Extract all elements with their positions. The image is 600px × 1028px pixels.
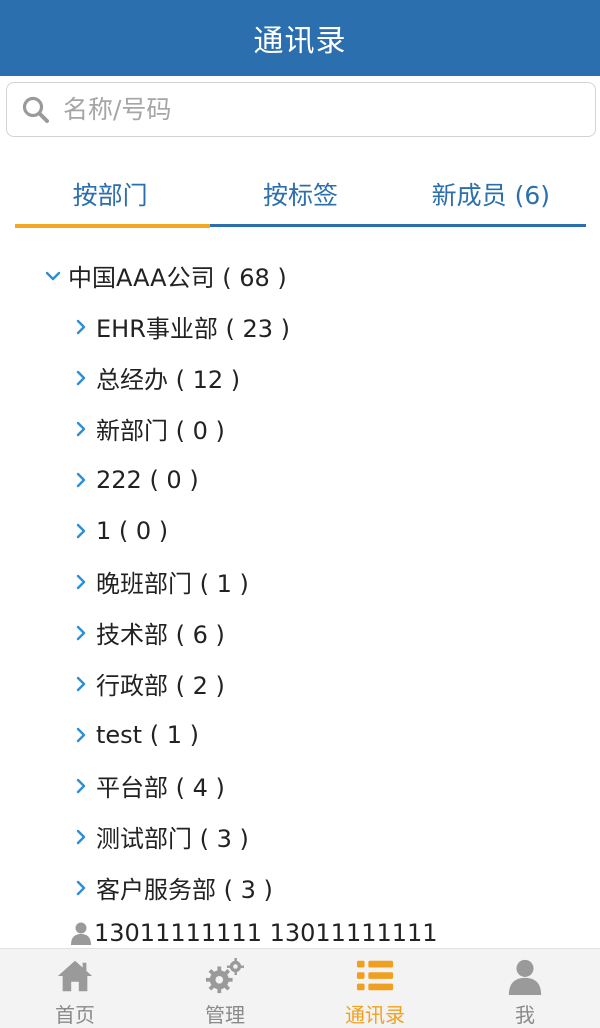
tree-item[interactable]: test ( 1 ) xyxy=(0,709,600,760)
tree-item-label: 行政部 ( 2 ) xyxy=(96,672,225,700)
tree-item[interactable]: 总经办 ( 12 ) xyxy=(0,352,600,403)
tree-item[interactable]: 晚班部门 ( 1 ) xyxy=(0,556,600,607)
tree-item[interactable]: 新部门 ( 0 ) xyxy=(0,403,600,454)
tree-item-label: 平台部 ( 4 ) xyxy=(96,774,225,802)
contacts-screen: 通讯录 按部门 按标签 新成员 (6) 中国AAA公司 ( 68 ) EHR事业… xyxy=(0,0,600,1028)
tree-item-label: 客户服务部 ( 3 ) xyxy=(96,876,273,904)
chevron-right-icon xyxy=(76,319,86,334)
chevron-down-icon xyxy=(45,271,61,280)
chevron-right-icon xyxy=(76,727,86,742)
nav-home-label: 首页 xyxy=(55,1003,95,1027)
tab-new-members[interactable]: 新成员 (6) xyxy=(396,160,586,228)
chevron-right-icon xyxy=(76,880,86,895)
app-header: 通讯录 xyxy=(0,0,600,76)
chevron-right-icon xyxy=(76,574,86,589)
bottom-nav: 首页 管理 通讯录 我 xyxy=(0,948,600,1028)
nav-contacts-label: 通讯录 xyxy=(345,1003,405,1027)
chevron-right-icon xyxy=(76,472,86,487)
tree-item[interactable]: 技术部 ( 6 ) xyxy=(0,607,600,658)
nav-manage[interactable]: 管理 xyxy=(150,949,300,1028)
search-bar[interactable] xyxy=(6,82,596,137)
tree-item[interactable]: EHR事业部 ( 23 ) xyxy=(0,301,600,352)
search-icon xyxy=(22,96,49,123)
nav-contacts[interactable]: 通讯录 xyxy=(300,949,450,1028)
nav-home[interactable]: 首页 xyxy=(0,949,150,1028)
tree-item[interactable]: 平台部 ( 4 ) xyxy=(0,760,600,811)
tree-item-label: 222 ( 0 ) xyxy=(96,465,199,494)
tree-item-label: EHR事业部 ( 23 ) xyxy=(96,315,291,343)
list-icon xyxy=(356,960,394,991)
member-label: 13011111111 13011111111 xyxy=(94,919,438,947)
user-icon xyxy=(508,959,542,995)
chevron-right-icon xyxy=(76,778,86,793)
nav-manage-label: 管理 xyxy=(205,1003,245,1027)
tree-item-label: test ( 1 ) xyxy=(96,720,199,749)
page-title: 通讯录 xyxy=(253,24,347,59)
department-tree: 中国AAA公司 ( 68 ) EHR事业部 ( 23 ) 总经办 ( 12 ) … xyxy=(0,250,600,953)
tree-item[interactable]: 1 ( 0 ) xyxy=(0,505,600,556)
tree-item[interactable]: 行政部 ( 2 ) xyxy=(0,658,600,709)
tree-item-label: 技术部 ( 6 ) xyxy=(96,621,225,649)
tree-item-label: 总经办 ( 12 ) xyxy=(96,366,241,394)
tree-item-label: 新部门 ( 0 ) xyxy=(96,417,225,445)
tree-item[interactable]: 客户服务部 ( 3 ) xyxy=(0,862,600,913)
tab-bar: 按部门 按标签 新成员 (6) xyxy=(15,160,586,228)
tree-item[interactable]: 222 ( 0 ) xyxy=(0,454,600,505)
chevron-right-icon xyxy=(76,523,86,538)
chevron-right-icon xyxy=(76,421,86,436)
chevron-right-icon xyxy=(76,676,86,691)
gears-icon xyxy=(206,957,244,994)
tree-item-label: 晚班部门 ( 1 ) xyxy=(96,570,249,598)
tab-by-department[interactable]: 按部门 xyxy=(15,160,205,228)
member-item[interactable]: 13011111111 13011111111 xyxy=(0,913,600,953)
home-icon xyxy=(57,960,93,992)
chevron-right-icon xyxy=(76,625,86,640)
chevron-right-icon xyxy=(76,370,86,385)
tree-root-label: 中国AAA公司 ( 68 ) xyxy=(68,264,287,292)
tree-root-company[interactable]: 中国AAA公司 ( 68 ) xyxy=(0,250,600,301)
active-tab-indicator xyxy=(15,224,210,228)
person-icon xyxy=(71,922,91,945)
tree-item-label: 1 ( 0 ) xyxy=(96,516,169,545)
search-input[interactable] xyxy=(63,95,563,124)
nav-me-label: 我 xyxy=(515,1003,535,1027)
tab-by-tag[interactable]: 按标签 xyxy=(205,160,395,228)
tree-item-label: 测试部门 ( 3 ) xyxy=(96,825,249,853)
chevron-right-icon xyxy=(76,829,86,844)
nav-me[interactable]: 我 xyxy=(450,949,600,1028)
tree-item[interactable]: 测试部门 ( 3 ) xyxy=(0,811,600,862)
